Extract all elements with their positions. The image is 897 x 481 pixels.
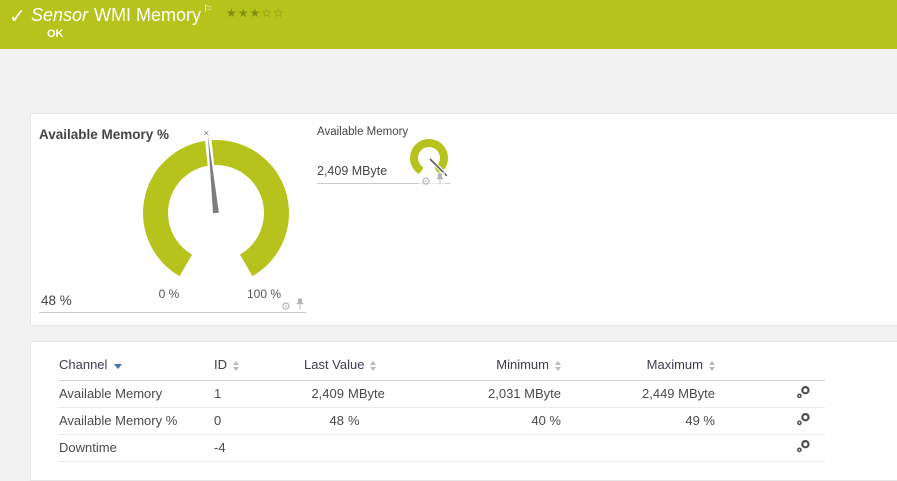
channel-name[interactable]: Available Memory %	[59, 407, 214, 435]
minimum-value: 2,031 MByte	[414, 380, 561, 408]
sort-icon	[370, 360, 377, 371]
pin-icon[interactable]	[295, 297, 305, 315]
column-header-channel[interactable]: Channel	[59, 350, 214, 381]
column-label: Maximum	[646, 357, 703, 373]
maximum-value: 49 %	[561, 407, 715, 435]
minimum-value	[414, 434, 561, 462]
table-row: Available Memory 1 2,409 MByte 2,031 MByt…	[59, 380, 825, 408]
stars-empty: ☆☆	[261, 6, 285, 20]
actions-cell	[715, 380, 825, 408]
sort-icon	[709, 360, 715, 371]
sort-desc-icon	[114, 364, 123, 370]
table-row: Available Memory % 0 48% 40 % 49 %	[59, 407, 825, 435]
gear-icon[interactable]: ⚙	[421, 175, 431, 188]
column-header-id[interactable]: ID	[214, 350, 304, 381]
table-row: Downtime -4	[59, 434, 825, 462]
radial-gauge: ✕	[143, 129, 289, 277]
column-header-actions	[715, 350, 825, 381]
column-header-minimum[interactable]: Minimum	[414, 350, 561, 381]
ok-check-icon: ✓	[9, 6, 26, 28]
channel-id: 0	[214, 407, 304, 435]
actions-cell	[715, 434, 825, 462]
column-header-last-value[interactable]: Last Value	[304, 350, 414, 381]
sort-icon	[555, 360, 561, 371]
tile-divider	[39, 312, 306, 313]
edit-channel-icon[interactable]	[796, 385, 811, 402]
last-value: 2,409	[311, 386, 344, 401]
channel-id: 1	[214, 380, 304, 408]
column-label: Minimum	[496, 357, 549, 373]
gauge-scale-min: 0 %	[158, 287, 180, 301]
gauge-value: 2,409 MByte	[317, 164, 388, 178]
channels-table-panel: Channel ID Last Value Minimum Maximum Av…	[30, 341, 897, 481]
channels-table: Channel ID Last Value Minimum Maximum Av…	[59, 350, 825, 462]
table-header-row: Channel ID Last Value Minimum Maximum	[59, 350, 825, 381]
priority-stars[interactable]: ★★★☆☆	[226, 6, 285, 20]
pin-icon[interactable]	[435, 172, 445, 190]
channel-name[interactable]: Downtime	[59, 434, 214, 462]
column-label: ID	[214, 357, 227, 373]
column-label: Channel	[59, 357, 108, 373]
overview-gauges-panel: Available Memory % ✕ 0 % 100 % 48 % ⚙ Av…	[30, 113, 897, 326]
edit-channel-icon[interactable]	[796, 439, 811, 456]
needle-tip-marker: ✕	[203, 129, 210, 138]
maximum-value: 2,449 MByte	[561, 380, 715, 408]
maximum-value	[561, 434, 715, 462]
tile-actions: ⚙	[281, 297, 305, 315]
last-value: 48	[329, 413, 344, 428]
tile-actions: ⚙	[419, 172, 445, 190]
flag-icon[interactable]: ⚐	[203, 4, 212, 15]
last-value-unit: %	[348, 413, 360, 428]
status-badge: OK	[47, 28, 64, 40]
channel-id: -4	[214, 434, 304, 462]
sort-icon	[233, 360, 239, 371]
gauge-title: Available Memory	[317, 126, 409, 138]
edit-channel-icon[interactable]	[796, 412, 811, 429]
sensor-status-bar: ✓ Sensor WMI Memory ⚐ ★★★☆☆ OK	[0, 0, 897, 49]
minimum-value: 40 %	[414, 407, 561, 435]
actions-cell	[715, 407, 825, 435]
gear-icon[interactable]: ⚙	[281, 300, 291, 313]
sensor-title-row: Sensor WMI Memory ⚐ ★★★☆☆	[31, 4, 285, 26]
column-header-maximum[interactable]: Maximum	[561, 350, 715, 381]
sensor-kind-label: Sensor	[31, 5, 89, 25]
page-title: WMI Memory	[94, 5, 202, 25]
gauge-value: 48 %	[41, 293, 72, 308]
column-label: Last Value	[304, 357, 365, 373]
channel-name[interactable]: Available Memory	[59, 380, 214, 408]
stars-filled: ★★★	[226, 6, 262, 20]
last-value-unit: MByte	[348, 386, 385, 401]
gauge-scale-max: 100 %	[246, 287, 282, 301]
tab-bar: Overview Live Data 2 days 30 days 365 da…	[0, 49, 897, 146]
